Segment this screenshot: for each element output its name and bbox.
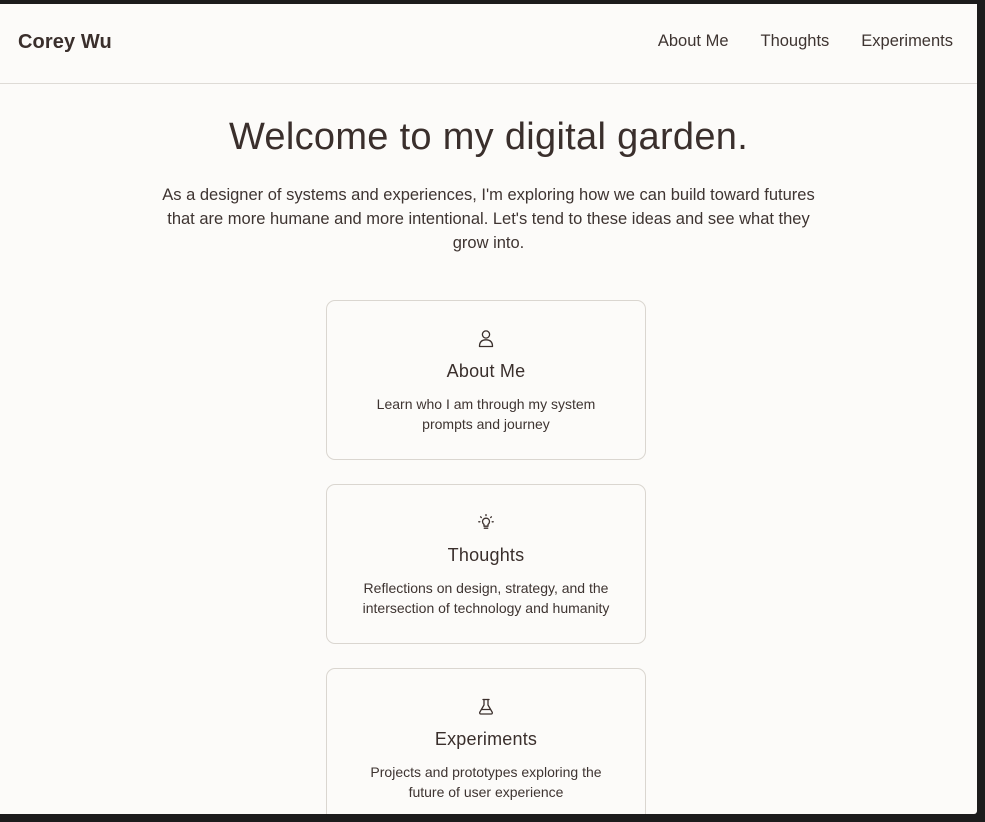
browser-viewport: Corey Wu About Me Thoughts Experiments W… bbox=[0, 4, 977, 814]
card-title: Thoughts bbox=[447, 545, 525, 565]
site-brand[interactable]: Corey Wu bbox=[18, 31, 112, 54]
card-description: Learn who I am through my system prompts… bbox=[376, 396, 596, 432]
user-icon bbox=[478, 330, 494, 348]
card-list: About Me Learn who I am through my syste… bbox=[326, 300, 646, 814]
nav-link-thoughts[interactable]: Thoughts bbox=[761, 32, 830, 51]
card-title: Experiments bbox=[434, 729, 538, 749]
lightbulb-icon bbox=[478, 513, 494, 529]
card-about-me[interactable]: About Me Learn who I am through my syste… bbox=[326, 300, 646, 460]
card-title: About Me bbox=[446, 361, 526, 381]
card-description: Reflections on design, strategy, and the… bbox=[362, 580, 610, 616]
flask-icon bbox=[479, 698, 493, 715]
nav-link-about-me[interactable]: About Me bbox=[658, 32, 729, 51]
hero-section: Welcome to my digital garden. As a desig… bbox=[0, 84, 977, 255]
main-nav: About Me Thoughts Experiments bbox=[658, 32, 953, 51]
card-experiments[interactable]: Experiments Projects and prototypes expl… bbox=[326, 668, 646, 814]
intro-text: As a designer of systems and experiences… bbox=[162, 186, 815, 252]
site-header: Corey Wu About Me Thoughts Experiments bbox=[0, 4, 977, 84]
card-description: Projects and prototypes exploring the fu… bbox=[370, 764, 602, 800]
page-title: Welcome to my digital garden. bbox=[228, 116, 749, 158]
nav-link-experiments[interactable]: Experiments bbox=[861, 32, 953, 51]
card-thoughts[interactable]: Thoughts Reflections on design, strategy… bbox=[326, 484, 646, 644]
